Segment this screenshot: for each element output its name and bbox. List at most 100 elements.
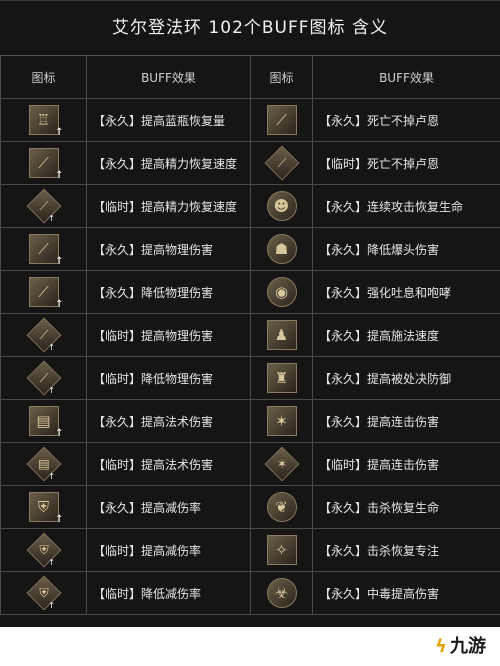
up-arrow-icon: ↑ (47, 386, 55, 396)
claw-diamond-icon: ✶ (264, 446, 299, 482)
left-effect-cell: 【永久】降低物理伤害 (86, 270, 251, 314)
left-effect-cell: 【永久】提高蓝瓶恢复量 (86, 98, 251, 142)
right-effect-cell: 【临时】提高连击伤害 (312, 442, 500, 486)
left-effect-cell: 【永久】提高物理伤害 (86, 227, 251, 271)
head-icon: ☗ (266, 234, 297, 264)
table-row: ⟋ ↑ 【永久】提高物理伤害 ☗ 【永久】降低爆头伤害 (0, 227, 500, 271)
left-effect-cell: 【临时】提高减伤率 (86, 528, 251, 572)
left-effect-cell: 【临时】提高物理伤害 (86, 313, 251, 357)
sword-down-icon: ⟋ ↑ (28, 277, 64, 310)
table-row: ⟋ ↑ 【临时】降低物理伤害 ♜ 【永久】提高被处决防御 (0, 356, 500, 400)
scroll-diamond-icon: ▤ ↑ (26, 446, 61, 482)
up-arrow-icon: ↑ (55, 514, 64, 525)
icon-glyph: ✶ (275, 412, 288, 430)
up-arrow-icon: ↑ (55, 428, 64, 439)
right-icon-cell: ☗ (250, 227, 313, 271)
left-icon-cell: ⛨ ↑ (0, 528, 87, 572)
right-effect-cell: 【永久】强化吐息和咆哮 (312, 270, 500, 314)
header-effect-left: BUFF效果 (86, 56, 251, 99)
icon-glyph: ✧ (275, 541, 288, 559)
up-arrow-icon: ↑ (55, 256, 64, 267)
table-row: ▤ ↑ 【永久】提高法术伤害 ✶ 【永久】提高连击伤害 (0, 399, 500, 443)
up-arrow-icon: ↑ (55, 170, 64, 181)
right-icon-cell: ❦ (250, 485, 313, 529)
right-effect-cell: 【永久】降低爆头伤害 (312, 227, 500, 271)
icon-glyph: ▤ (36, 412, 51, 430)
up-arrow-icon: ↑ (47, 472, 55, 482)
armor-icon: ♜ (266, 363, 297, 393)
breath-icon: ◉ (266, 277, 297, 307)
table-row: ⟋ ↑ 【临时】提高精力恢复速度 ☻ 【永久】连续攻击恢复生命 (0, 184, 500, 228)
right-icon-cell: ⟋ (250, 98, 313, 142)
fang-icon: ⟋ ↑ (28, 148, 64, 181)
right-icon-cell: ♟ (250, 313, 313, 357)
right-effect-cell: 【永久】连续攻击恢复生命 (312, 184, 500, 228)
shield-icon: ⛨ ↑ (28, 492, 64, 525)
table-row: ⟋ ↑ 【永久】提高精力恢复速度 ⟋ 【临时】死亡不掉卢恩 (0, 141, 500, 185)
staff-diamond-icon: ⟋ (264, 145, 299, 181)
left-effect-cell: 【临时】提高法术伤害 (86, 442, 251, 486)
heart-icon: ❦ (266, 492, 297, 522)
up-arrow-icon: ↑ (55, 299, 64, 310)
up-arrow-icon: ↑ (47, 343, 55, 353)
buff-table-sheet: 艾尔登法环 102个BUFF图标 含义 图标 BUFF效果 图标 BUFF效果 … (0, 0, 500, 627)
shield-down-diamond-icon: ⛨ ↑ (26, 575, 61, 611)
icon-glyph: ♟ (274, 326, 289, 344)
right-effect-cell: 【永久】中毒提高伤害 (312, 571, 500, 615)
left-icon-cell: ⟋ ↑ (0, 227, 87, 271)
shield-diamond-icon: ⛨ ↑ (26, 532, 61, 568)
poison-icon: ☣ (266, 578, 297, 608)
right-icon-cell: ⟋ (250, 141, 313, 185)
icon-glyph: ♜ (274, 369, 289, 387)
icon-glyph: ♖ (36, 111, 51, 129)
icon-glyph: ◉ (274, 283, 289, 301)
table-header-row: 图标 BUFF效果 图标 BUFF效果 (0, 56, 500, 99)
sword-diamond-icon: ⟋ ↑ (26, 317, 61, 353)
right-effect-cell: 【永久】提高被处决防御 (312, 356, 500, 400)
header-icon-right: 图标 (250, 56, 313, 99)
left-icon-cell: ⟋ ↑ (0, 184, 87, 228)
header-effect-right: BUFF效果 (312, 56, 500, 99)
table-row: ⛨ ↑ 【临时】降低减伤率 ☣ 【永久】中毒提高伤害 (0, 571, 500, 615)
right-effect-cell: 【永久】击杀恢复生命 (312, 485, 500, 529)
claw-icon: ✶ (266, 406, 297, 436)
sword-icon: ⟋ ↑ (28, 234, 64, 267)
site-logo: ϟ 九游 (435, 632, 486, 658)
right-effect-cell: 【临时】死亡不掉卢恩 (312, 141, 500, 185)
right-icon-cell: ☻ (250, 184, 313, 228)
table-row: ▤ ↑ 【临时】提高法术伤害 ✶ 【临时】提高连击伤害 (0, 442, 500, 486)
right-icon-cell: ☣ (250, 571, 313, 615)
left-icon-cell: ⟋ ↑ (0, 356, 87, 400)
right-effect-cell: 【永久】提高施法速度 (312, 313, 500, 357)
left-effect-cell: 【临时】降低物理伤害 (86, 356, 251, 400)
left-effect-cell: 【临时】提高精力恢复速度 (86, 184, 251, 228)
table-row: ♖ ↑ 【永久】提高蓝瓶恢复量 ⟋ 【永久】死亡不掉卢恩 (0, 98, 500, 142)
up-arrow-icon: ↑ (47, 214, 55, 224)
logo-text: 九游 (450, 636, 486, 657)
icon-glyph: ☻ (273, 197, 290, 215)
right-effect-cell: 【永久】提高连击伤害 (312, 399, 500, 443)
logo-mark-icon: ϟ (435, 636, 447, 657)
table-row: ⛨ ↑ 【永久】提高减伤率 ❦ 【永久】击杀恢复生命 (0, 485, 500, 529)
up-arrow-icon: ↑ (47, 601, 55, 611)
icon-glyph: ⟋ (277, 155, 286, 171)
icon-glyph: ❦ (275, 498, 288, 516)
right-icon-cell: ✶ (250, 399, 313, 443)
icon-glyph: ✶ (276, 456, 287, 472)
left-icon-cell: ⛨ ↑ (0, 485, 87, 529)
left-icon-cell: ⟋ ↑ (0, 141, 87, 185)
left-effect-cell: 【永久】提高精力恢复速度 (86, 141, 251, 185)
icon-glyph: ⛨ (37, 498, 50, 516)
icon-glyph: ⟋ (38, 240, 49, 258)
face-icon: ☻ (266, 191, 297, 221)
right-effect-cell: 【永久】击杀恢复专注 (312, 528, 500, 572)
right-icon-cell: ✶ (250, 442, 313, 486)
staff-icon: ⟋ (266, 105, 297, 135)
left-icon-cell: ⟋ ↑ (0, 313, 87, 357)
icon-glyph: ☗ (274, 240, 289, 258)
right-icon-cell: ♜ (250, 356, 313, 400)
table-body: ♖ ↑ 【永久】提高蓝瓶恢复量 ⟋ 【永久】死亡不掉卢恩 ⟋ ↑ 【永久】提高精力恢复速度 ⟋ 【… (0, 98, 500, 615)
left-effect-cell: 【永久】提高法术伤害 (86, 399, 251, 443)
sword-down-diamond-icon: ⟋ ↑ (26, 360, 61, 396)
right-icon-cell: ◉ (250, 270, 313, 314)
